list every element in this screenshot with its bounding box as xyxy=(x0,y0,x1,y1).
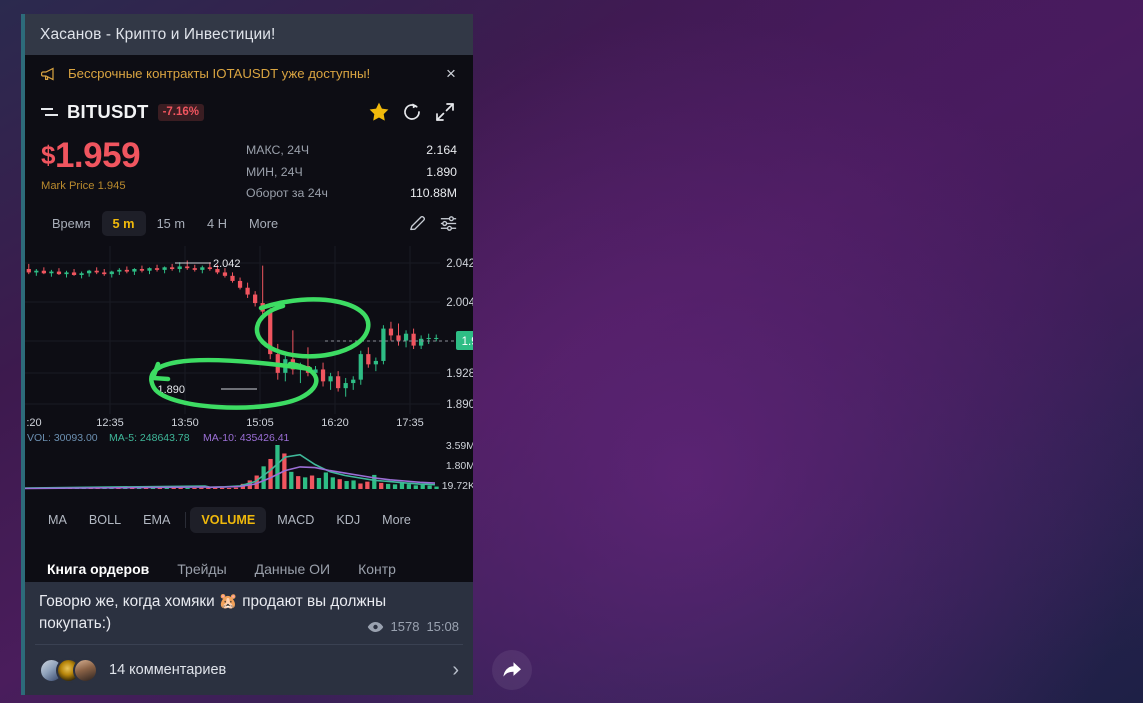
stat-label: МИН, 24Ч xyxy=(246,164,303,179)
mark-price: Mark Price 1.945 xyxy=(41,179,126,192)
stat-row: МИН, 24Ч 1.890 xyxy=(246,162,457,184)
star-icon[interactable] xyxy=(367,100,391,124)
current-price-badge-label: 1.959 xyxy=(462,336,473,348)
bottom-tabs: Книга ордеров Трейды Данные ОИ Контр xyxy=(25,541,473,582)
comments-row[interactable]: 14 комментариев › xyxy=(25,645,473,695)
indicator-volume[interactable]: VOLUME xyxy=(190,507,267,533)
volume-legend-ma5: MA-5: 248643.78 xyxy=(109,432,190,444)
stat-value: 2.164 xyxy=(426,143,457,157)
volume-legend-vol: VOL: 30093.00 xyxy=(27,432,98,444)
volume-y-tick: 3.59M xyxy=(446,440,473,452)
indicator-ema[interactable]: EMA xyxy=(132,507,181,533)
volume-legend-ma10: MA-10: 435426.41 xyxy=(203,432,290,444)
x-tick: 12:35 xyxy=(96,417,124,429)
volume-y-tick: 1.80M xyxy=(446,460,473,472)
price-stats-row: $1.959 Mark Price 1.945 МАКС, 24Ч 2.164 … xyxy=(25,132,473,206)
timeframe-label: Время xyxy=(52,215,91,231)
change-percent-badge: -7.16% xyxy=(157,103,204,121)
timeframe-15m[interactable]: 15 m xyxy=(146,211,196,236)
candlestick-chart[interactable]: 2.042 1.890 2.042 2.004 1.928 1.890 1.95… xyxy=(25,246,473,431)
symbol-row: BITUSDT -7.16% xyxy=(25,92,473,132)
y-tick: 1.890 xyxy=(446,399,473,411)
chart-high-label: 2.042 xyxy=(213,258,241,270)
stats-list: МАКС, 24Ч 2.164 МИН, 24Ч 1.890 Оборот за… xyxy=(246,136,457,205)
indicator-boll[interactable]: BOLL xyxy=(78,507,132,533)
tab-trades[interactable]: Трейды xyxy=(163,561,240,582)
chevron-right-icon[interactable]: › xyxy=(452,659,459,682)
x-tick: 16:20 xyxy=(321,417,349,429)
message-body: Говорю же, когда хомяки 🐹 продают вы дол… xyxy=(25,582,473,644)
share-button[interactable] xyxy=(492,650,532,690)
y-tick: 1.928 xyxy=(446,368,473,380)
timeframe-4h[interactable]: 4 H xyxy=(196,211,238,236)
indicator-macd[interactable]: MACD xyxy=(266,507,325,533)
timeframe-5m[interactable]: 5 m xyxy=(101,210,146,236)
close-icon[interactable]: × xyxy=(441,65,461,82)
message-meta: 1578 15:08 xyxy=(367,619,459,634)
channel-title: Хасанов - Крипто и Инвестиции! xyxy=(25,14,473,55)
x-tick: 15:05 xyxy=(246,417,274,429)
timeframe-more[interactable]: More xyxy=(238,211,289,236)
expand-icon[interactable] xyxy=(433,100,457,124)
comments-count-label: 14 комментариев xyxy=(109,662,227,678)
y-tick: 2.004 xyxy=(446,297,473,309)
megaphone-icon xyxy=(41,67,54,80)
x-tick: 13:50 xyxy=(171,417,199,429)
stat-label: Оборот за 24ч xyxy=(246,186,328,200)
views-count: 1578 xyxy=(390,619,420,634)
stat-value: 110.88M xyxy=(410,186,457,200)
commenter-avatars xyxy=(39,657,98,683)
currency-symbol: $ xyxy=(41,140,55,170)
indicator-divider xyxy=(185,512,187,528)
indicator-ma[interactable]: MA xyxy=(37,507,78,533)
drawn-annotation-recovery xyxy=(254,297,371,359)
y-tick: 2.042 xyxy=(446,258,473,270)
sliders-icon[interactable] xyxy=(438,213,459,234)
tab-order-book[interactable]: Книга ордеров xyxy=(33,561,163,582)
tab-contracts[interactable]: Контр xyxy=(344,561,410,582)
indicator-more[interactable]: More xyxy=(371,507,422,533)
indicator-kdj[interactable]: KDJ xyxy=(325,507,371,533)
indicator-row: MA BOLL EMA VOLUME MACD KDJ More xyxy=(25,499,473,541)
last-price: $1.959 xyxy=(41,136,246,175)
pencil-icon[interactable] xyxy=(407,213,428,234)
refresh-icon[interactable] xyxy=(400,100,424,124)
tab-oi-data[interactable]: Данные ОИ xyxy=(241,561,344,582)
stat-row: МАКС, 24Ч 2.164 xyxy=(246,140,457,162)
x-tick: :20 xyxy=(26,417,41,429)
announcement-bar: Бессрочные контракты IOTAUSDT уже доступ… xyxy=(25,55,473,92)
exchange-widget: Бессрочные контракты IOTAUSDT уже доступ… xyxy=(25,55,473,582)
stat-row: Оборот за 24ч 110.88M xyxy=(246,183,457,205)
avatar xyxy=(73,657,98,683)
eye-icon xyxy=(367,621,383,632)
volume-y-tick: 19.72K xyxy=(442,480,473,492)
menu-icon[interactable] xyxy=(41,107,58,118)
stat-label: МАКС, 24Ч xyxy=(246,143,310,157)
stat-value: 1.890 xyxy=(426,164,457,179)
announcement-text: Бессрочные контракты IOTAUSDT уже доступ… xyxy=(68,66,371,81)
telegram-message-card: Хасанов - Крипто и Инвестиции! Бессрочны… xyxy=(21,14,473,695)
timeframe-row: Время 5 m 15 m 4 H More xyxy=(25,206,473,240)
price-column: $1.959 Mark Price 1.945 xyxy=(41,136,246,192)
last-price-value: 1.959 xyxy=(54,136,141,175)
share-arrow-icon xyxy=(503,662,521,677)
symbol-name[interactable]: BITUSDT xyxy=(67,101,149,123)
x-tick: 17:35 xyxy=(396,417,424,429)
volume-chart[interactable]: VOL: 30093.00 MA-5: 248643.78 MA-10: 435… xyxy=(25,431,473,499)
message-time: 15:08 xyxy=(426,619,459,634)
